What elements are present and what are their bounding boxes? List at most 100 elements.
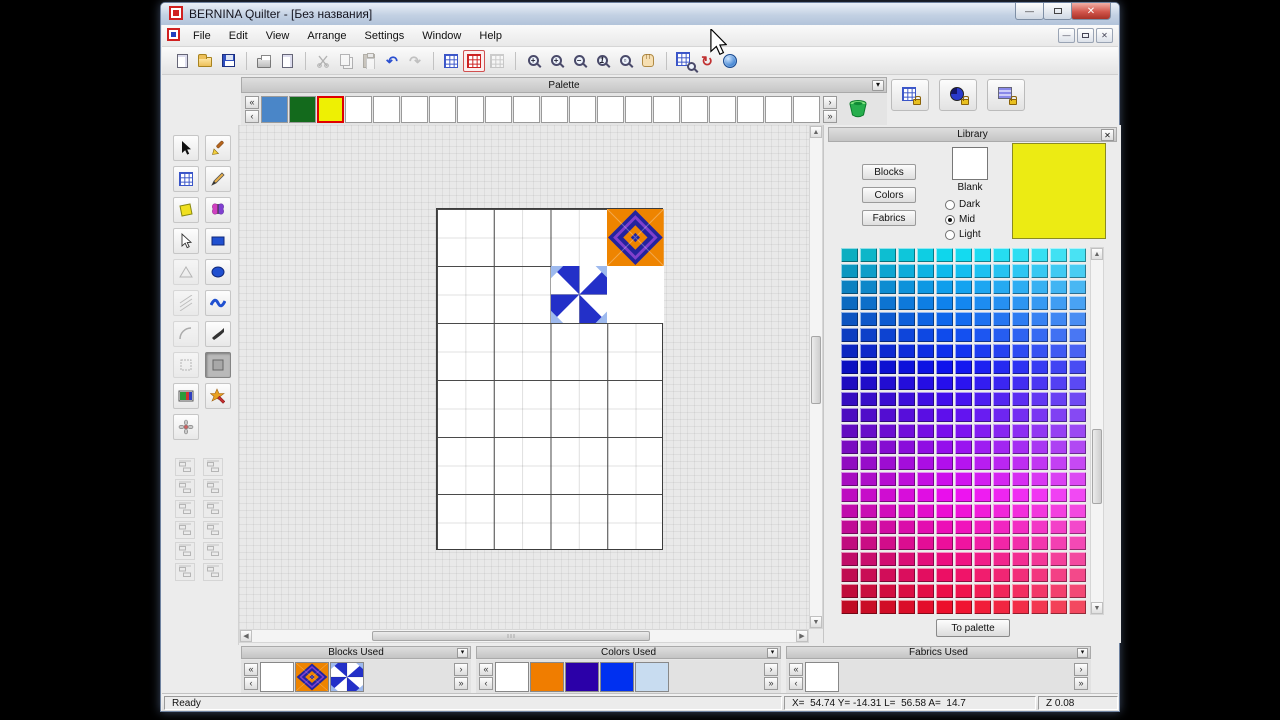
menu-view[interactable]: View — [257, 27, 299, 45]
used-color-swatch[interactable] — [565, 661, 599, 692]
library-color-cell[interactable] — [841, 264, 858, 278]
menu-arrange[interactable]: Arrange — [298, 27, 355, 45]
library-color-cell[interactable] — [879, 296, 896, 310]
library-color-cell[interactable] — [955, 456, 972, 470]
library-color-cell[interactable] — [898, 536, 915, 550]
palette-scroll-right[interactable]: › — [823, 95, 837, 109]
library-color-cell[interactable] — [1050, 584, 1067, 598]
library-color-cell[interactable] — [879, 568, 896, 582]
library-color-cell[interactable] — [917, 472, 934, 486]
library-color-cell[interactable] — [1069, 328, 1086, 342]
library-color-cell[interactable] — [898, 488, 915, 502]
print-preview-button[interactable] — [276, 50, 298, 72]
library-color-cell[interactable] — [917, 520, 934, 534]
library-color-cell[interactable] — [879, 248, 896, 262]
library-color-cell[interactable] — [1012, 584, 1029, 598]
used-blocks-swatch[interactable] — [295, 661, 329, 692]
palette-scroll-far-left[interactable]: « — [245, 95, 259, 109]
zoom-all-button[interactable] — [673, 50, 696, 72]
library-color-cell[interactable] — [841, 568, 858, 582]
library-color-cell[interactable] — [879, 600, 896, 614]
menu-edit[interactable]: Edit — [220, 27, 257, 45]
library-color-cell[interactable] — [1031, 328, 1048, 342]
library-color-cell[interactable] — [936, 504, 953, 518]
library-color-cell[interactable] — [936, 600, 953, 614]
open-button[interactable] — [194, 50, 216, 72]
grid-tool[interactable] — [173, 166, 199, 192]
palette-swatch-empty[interactable] — [429, 95, 456, 123]
library-color-cell[interactable] — [860, 424, 877, 438]
library-color-cell[interactable] — [955, 568, 972, 582]
menu-settings[interactable]: Settings — [356, 27, 414, 45]
library-color-cell[interactable] — [879, 312, 896, 326]
library-color-cell[interactable] — [841, 312, 858, 326]
print-button[interactable] — [253, 50, 275, 72]
library-color-cell[interactable] — [1012, 248, 1029, 262]
library-color-cell[interactable] — [879, 392, 896, 406]
tab-blocks[interactable]: Blocks — [862, 164, 916, 180]
library-color-cell[interactable] — [993, 584, 1010, 598]
library-scrollbar[interactable]: ▲ ▼ — [1090, 247, 1104, 615]
library-color-cell[interactable] — [1050, 360, 1067, 374]
library-color-cell[interactable] — [898, 520, 915, 534]
library-color-cell[interactable] — [879, 360, 896, 374]
radio-light[interactable] — [945, 229, 955, 240]
library-color-cell[interactable] — [917, 408, 934, 422]
library-color-cell[interactable] — [993, 328, 1010, 342]
library-color-cell[interactable] — [993, 472, 1010, 486]
library-color-cell[interactable] — [860, 360, 877, 374]
library-color-cell[interactable] — [974, 312, 991, 326]
library-color-cell[interactable] — [841, 536, 858, 550]
library-color-cell[interactable] — [974, 360, 991, 374]
library-color-cell[interactable] — [974, 248, 991, 262]
library-color-cell[interactable] — [879, 536, 896, 550]
zoom-minus-button[interactable]: − — [568, 50, 590, 72]
library-close-button[interactable]: ✕ — [1101, 129, 1114, 141]
library-color-cell[interactable] — [993, 504, 1010, 518]
quilt-layout-button[interactable] — [463, 49, 485, 72]
library-color-cell[interactable] — [841, 424, 858, 438]
library-color-cell[interactable] — [974, 392, 991, 406]
library-color-cell[interactable] — [879, 408, 896, 422]
library-color-cell[interactable] — [993, 408, 1010, 422]
library-color-cell[interactable] — [898, 296, 915, 310]
horizontal-scroll-thumb[interactable] — [372, 631, 650, 641]
library-color-cell[interactable] — [1050, 328, 1067, 342]
library-color-cell[interactable] — [993, 312, 1010, 326]
web-button[interactable] — [719, 50, 741, 72]
library-color-cell[interactable] — [917, 536, 934, 550]
zoom-box-button[interactable]: ▫ — [614, 50, 636, 72]
library-color-cell[interactable] — [860, 456, 877, 470]
blocks-used-scroll-far-right[interactable]: » — [454, 677, 468, 690]
library-color-cell[interactable] — [955, 520, 972, 534]
library-color-cell[interactable] — [974, 488, 991, 502]
library-color-cell[interactable] — [841, 520, 858, 534]
library-color-cell[interactable] — [936, 456, 953, 470]
mdi-minimize-button[interactable]: — — [1058, 28, 1075, 43]
library-color-cell[interactable] — [974, 264, 991, 278]
library-color-cell[interactable] — [1012, 456, 1029, 470]
library-color-cell[interactable] — [936, 568, 953, 582]
library-color-cell[interactable] — [841, 504, 858, 518]
library-color-cell[interactable] — [1050, 344, 1067, 358]
library-color-cell[interactable] — [1012, 472, 1029, 486]
library-header[interactable]: Library ✕ — [828, 127, 1117, 142]
library-color-cell[interactable] — [917, 456, 934, 470]
library-color-cell[interactable] — [1050, 280, 1067, 294]
library-color-cell[interactable] — [1050, 296, 1067, 310]
library-color-cell[interactable] — [1050, 392, 1067, 406]
maximize-button[interactable] — [1043, 3, 1072, 20]
library-color-cell[interactable] — [841, 552, 858, 566]
library-color-cell[interactable] — [917, 296, 934, 310]
library-color-cell[interactable] — [898, 584, 915, 598]
library-color-cell[interactable] — [917, 360, 934, 374]
library-color-cell[interactable] — [1012, 488, 1029, 502]
library-color-cell[interactable] — [917, 488, 934, 502]
library-color-cell[interactable] — [841, 440, 858, 454]
library-color-cell[interactable] — [1069, 584, 1086, 598]
library-color-cell[interactable] — [993, 520, 1010, 534]
library-color-cell[interactable] — [936, 312, 953, 326]
zoom-100-button[interactable]: 1 — [591, 50, 613, 72]
colors-used-collapse-button[interactable]: ▾ — [767, 648, 778, 658]
fabrics-used-scroll-far-right[interactable]: » — [1074, 677, 1088, 690]
